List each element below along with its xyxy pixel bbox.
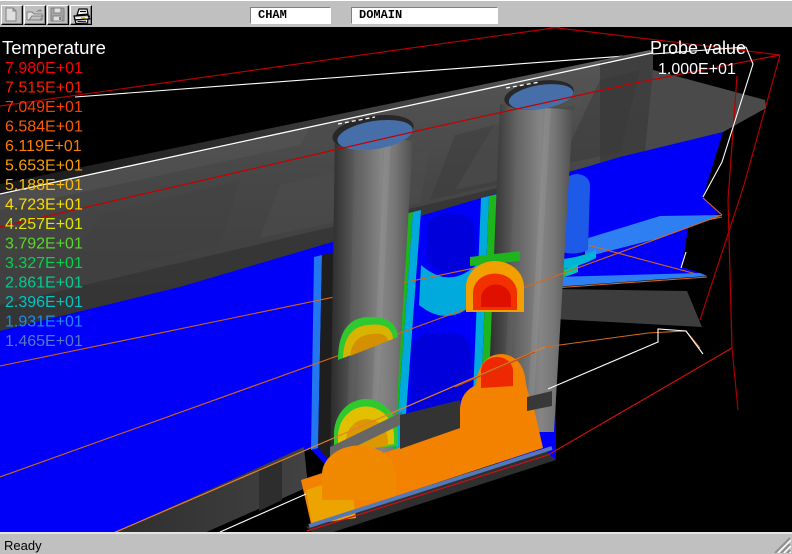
svg-text:2.861E+01: 2.861E+01 <box>5 275 83 292</box>
svg-text:4.257E+01: 4.257E+01 <box>5 216 83 233</box>
svg-text:2.396E+01: 2.396E+01 <box>5 294 83 311</box>
svg-text:3.327E+01: 3.327E+01 <box>5 255 83 272</box>
svg-text:1.000E+01: 1.000E+01 <box>658 61 736 78</box>
svg-text:7.515E+01: 7.515E+01 <box>5 80 83 97</box>
svg-text:3.792E+01: 3.792E+01 <box>5 236 83 253</box>
svg-text:6.119E+01: 6.119E+01 <box>5 138 82 155</box>
svg-text:Temperature: Temperature <box>2 37 106 58</box>
svg-text:Probe value: Probe value <box>650 38 746 58</box>
svg-text:1.931E+01: 1.931E+01 <box>5 314 83 331</box>
svg-text:4.723E+01: 4.723E+01 <box>5 197 83 214</box>
svg-text:6.584E+01: 6.584E+01 <box>5 119 83 136</box>
svg-text:5.653E+01: 5.653E+01 <box>5 158 83 175</box>
svg-text:7.049E+01: 7.049E+01 <box>5 99 83 116</box>
svg-text:7.980E+01: 7.980E+01 <box>5 60 83 77</box>
svg-text:1.465E+01: 1.465E+01 <box>5 333 83 350</box>
svg-text:5.188E+01: 5.188E+01 <box>5 177 83 194</box>
